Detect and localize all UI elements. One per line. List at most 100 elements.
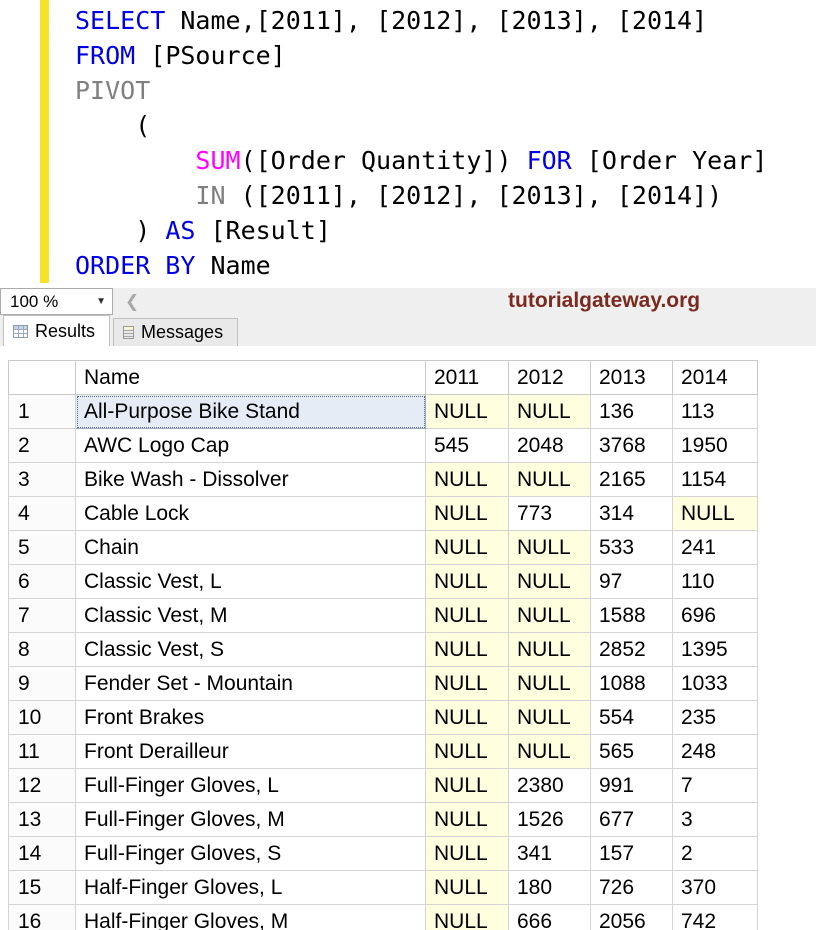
grid-cell[interactable]: NULL (426, 769, 509, 803)
grid-cell[interactable]: NULL (426, 667, 509, 701)
grid-cell[interactable]: 565 (591, 735, 673, 769)
grid-cell[interactable]: NULL (509, 463, 591, 497)
grid-cell-name[interactable]: Full-Finger Gloves, M (76, 803, 426, 837)
grid-cell[interactable]: 2852 (591, 633, 673, 667)
grid-cell[interactable]: 677 (591, 803, 673, 837)
grid-cell-name[interactable]: Full-Finger Gloves, S (76, 837, 426, 871)
grid-cell[interactable]: 991 (591, 769, 673, 803)
grid-cell-name[interactable]: AWC Logo Cap (76, 429, 426, 463)
grid-cell[interactable]: 554 (591, 701, 673, 735)
results-table[interactable]: Name2011201220132014 1All-Purpose Bike St… (8, 360, 758, 930)
grid-cell[interactable]: NULL (426, 565, 509, 599)
grid-cell[interactable]: NULL (426, 395, 509, 429)
tab-messages[interactable]: Messages (113, 318, 238, 346)
grid-cell[interactable]: 1950 (673, 429, 758, 463)
grid-cell[interactable]: NULL (426, 837, 509, 871)
row-header[interactable]: 2 (9, 429, 76, 463)
grid-cell[interactable]: 666 (509, 905, 591, 930)
grid-cell[interactable]: NULL (426, 871, 509, 905)
sql-code[interactable]: SELECT Name,[2011], [2012], [2013], [201… (0, 0, 816, 283)
grid-cell-name[interactable]: Front Derailleur (76, 735, 426, 769)
grid-cell[interactable]: 1526 (509, 803, 591, 837)
column-header[interactable]: 2012 (509, 361, 591, 395)
grid-cell[interactable]: 7 (673, 769, 758, 803)
row-header[interactable]: 7 (9, 599, 76, 633)
grid-cell[interactable]: 341 (509, 837, 591, 871)
grid-cell[interactable]: NULL (426, 633, 509, 667)
grid-cell[interactable]: 2048 (509, 429, 591, 463)
grid-cell[interactable]: NULL (509, 701, 591, 735)
grid-cell[interactable]: NULL (426, 599, 509, 633)
grid-cell-name[interactable]: Classic Vest, S (76, 633, 426, 667)
grid-cell[interactable]: 2056 (591, 905, 673, 930)
grid-cell-name[interactable]: Cable Lock (76, 497, 426, 531)
grid-cell[interactable]: NULL (509, 565, 591, 599)
grid-cell[interactable]: NULL (426, 905, 509, 930)
grid-cell[interactable]: NULL (509, 531, 591, 565)
query-editor[interactable]: SELECT Name,[2011], [2012], [2013], [201… (0, 0, 816, 288)
row-header[interactable]: 1 (9, 395, 76, 429)
grid-cell-name[interactable]: Fender Set - Mountain (76, 667, 426, 701)
column-header[interactable]: Name (76, 361, 426, 395)
grid-cell[interactable]: 370 (673, 871, 758, 905)
grid-cell[interactable]: 157 (591, 837, 673, 871)
column-header[interactable]: 2013 (591, 361, 673, 395)
grid-cell[interactable]: 696 (673, 599, 758, 633)
column-header[interactable]: 2014 (673, 361, 758, 395)
grid-cell[interactable]: NULL (426, 735, 509, 769)
scroll-left-icon[interactable]: ❮ (125, 292, 139, 312)
select-all-corner[interactable] (9, 361, 76, 395)
grid-cell-name[interactable]: Front Brakes (76, 701, 426, 735)
row-header[interactable]: 10 (9, 701, 76, 735)
grid-cell[interactable]: NULL (509, 633, 591, 667)
row-header[interactable]: 12 (9, 769, 76, 803)
tab-results[interactable]: Results (3, 315, 110, 346)
grid-cell[interactable]: 314 (591, 497, 673, 531)
row-header[interactable]: 16 (9, 905, 76, 930)
row-header[interactable]: 9 (9, 667, 76, 701)
grid-cell[interactable]: 248 (673, 735, 758, 769)
row-header[interactable]: 3 (9, 463, 76, 497)
grid-cell[interactable]: 110 (673, 565, 758, 599)
grid-cell[interactable]: NULL (673, 497, 758, 531)
row-header[interactable]: 6 (9, 565, 76, 599)
grid-cell-name[interactable]: Half-Finger Gloves, M (76, 905, 426, 930)
grid-cell[interactable]: 545 (426, 429, 509, 463)
grid-cell-name[interactable]: All-Purpose Bike Stand (76, 395, 426, 429)
grid-cell[interactable]: 97 (591, 565, 673, 599)
row-header[interactable]: 13 (9, 803, 76, 837)
row-header[interactable]: 4 (9, 497, 76, 531)
grid-cell[interactable]: NULL (509, 395, 591, 429)
grid-cell[interactable]: NULL (509, 735, 591, 769)
grid-cell[interactable]: 3768 (591, 429, 673, 463)
grid-cell[interactable]: 1395 (673, 633, 758, 667)
grid-cell[interactable]: 2165 (591, 463, 673, 497)
grid-cell[interactable]: 1088 (591, 667, 673, 701)
grid-cell[interactable]: 3 (673, 803, 758, 837)
grid-cell[interactable]: NULL (426, 531, 509, 565)
grid-cell[interactable]: 2380 (509, 769, 591, 803)
grid-cell-name[interactable]: Half-Finger Gloves, L (76, 871, 426, 905)
row-header[interactable]: 14 (9, 837, 76, 871)
grid-cell[interactable]: 726 (591, 871, 673, 905)
row-header[interactable]: 5 (9, 531, 76, 565)
grid-cell[interactable]: 533 (591, 531, 673, 565)
grid-cell[interactable]: 113 (673, 395, 758, 429)
grid-cell[interactable]: NULL (509, 599, 591, 633)
grid-cell-name[interactable]: Chain (76, 531, 426, 565)
grid-cell[interactable]: 2 (673, 837, 758, 871)
grid-cell-name[interactable]: Classic Vest, M (76, 599, 426, 633)
grid-cell[interactable]: NULL (426, 497, 509, 531)
grid-cell[interactable]: 1154 (673, 463, 758, 497)
grid-cell-name[interactable]: Bike Wash - Dissolver (76, 463, 426, 497)
grid-cell[interactable]: 136 (591, 395, 673, 429)
grid-cell-name[interactable]: Full-Finger Gloves, L (76, 769, 426, 803)
zoom-dropdown[interactable]: 100 % ▼ (0, 288, 113, 315)
grid-cell[interactable]: NULL (426, 803, 509, 837)
row-header[interactable]: 8 (9, 633, 76, 667)
column-header[interactable]: 2011 (426, 361, 509, 395)
grid-cell[interactable]: 180 (509, 871, 591, 905)
grid-cell[interactable]: 773 (509, 497, 591, 531)
grid-cell[interactable]: NULL (509, 667, 591, 701)
grid-cell[interactable]: 241 (673, 531, 758, 565)
